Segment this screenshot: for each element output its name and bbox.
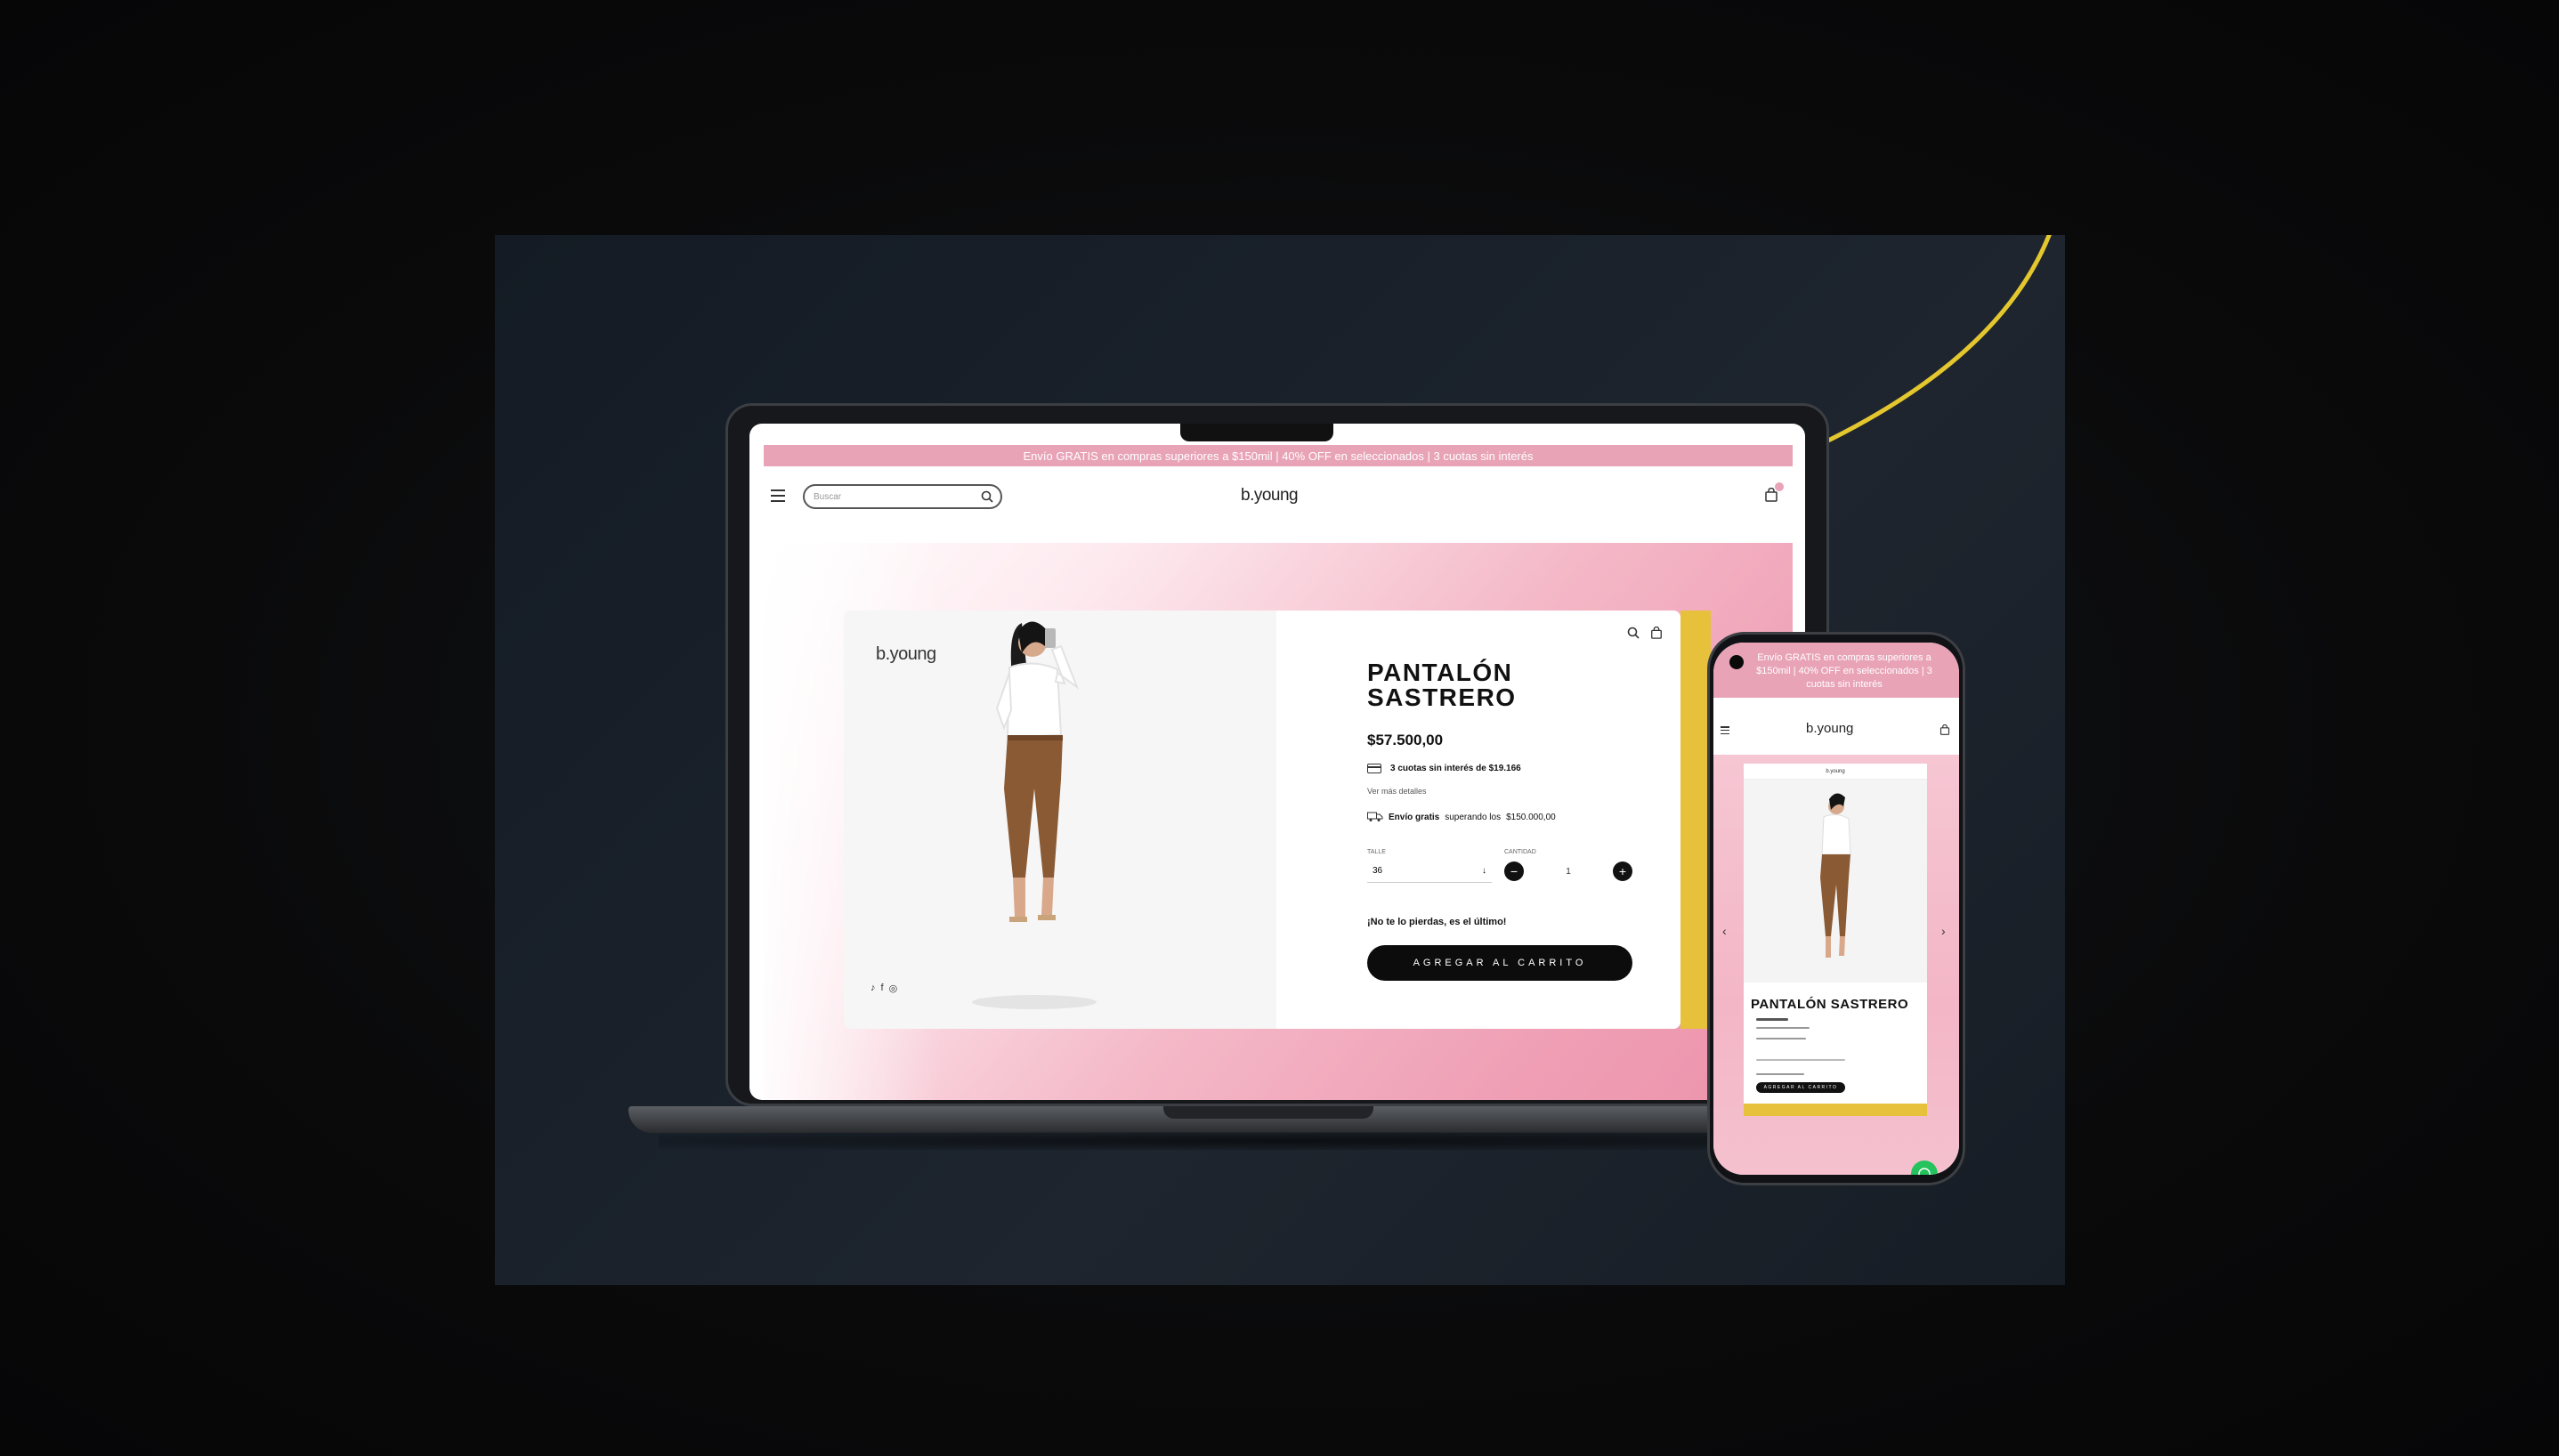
installments-info: 3 cuotas sin interés de $19.166 <box>1367 764 1521 773</box>
bag-icon[interactable] <box>1939 724 1950 735</box>
product-model-image <box>972 621 1097 1009</box>
mobile-info-line-2 <box>1756 1038 1806 1039</box>
mobile-info-line <box>1756 1027 1810 1029</box>
card-icon <box>1367 764 1381 773</box>
mobile-info-line-4 <box>1756 1073 1804 1075</box>
phone-screen: Envío GRATIS en compras superiores a $15… <box>1713 643 1959 1175</box>
product-price: $57.500,00 <box>1367 732 1444 748</box>
last-item-notice: ¡No te lo pierdas, es el último! <box>1367 917 1507 927</box>
chevron-right-icon[interactable]: › <box>1941 924 1946 938</box>
promo-banner: Envío GRATIS en compras superiores a $15… <box>764 445 1793 466</box>
search-placeholder: Buscar <box>814 491 842 502</box>
facebook-icon[interactable]: f <box>881 983 884 994</box>
site-header: Buscar b.young <box>764 477 1793 518</box>
bag-icon[interactable] <box>1650 627 1663 639</box>
truck-icon <box>1367 812 1383 821</box>
add-to-cart-button[interactable]: AGREGAR AL CARRITO <box>1367 945 1632 981</box>
mobile-product-title: PANTALÓN SASTRERO <box>1751 997 1909 1012</box>
cart-button[interactable] <box>1764 482 1784 506</box>
mobile-brand-logo[interactable]: b.young <box>1806 721 1853 736</box>
laptop-notch <box>1180 424 1333 441</box>
product-info: PANTALÓN SASTRERO $57.500,00 3 cuotas si… <box>1276 611 1680 1029</box>
phone-camera <box>1729 655 1744 669</box>
plus-button[interactable]: + <box>1613 861 1632 881</box>
quantity-label: CANTIDAD <box>1504 849 1536 855</box>
mobile-product-area: b.young PANTALÓN SASTRERO AGREGAR AL CAR… <box>1713 755 1959 1175</box>
whatsapp-button[interactable] <box>1911 1161 1938 1175</box>
product-title: PANTALÓN SASTRERO <box>1367 659 1517 711</box>
mobile-price-line <box>1756 1018 1788 1021</box>
installments-text: 3 cuotas sin interés de $19.166 <box>1390 764 1521 773</box>
mobile-model-image <box>1820 793 1851 958</box>
mobile-product-card: b.young PANTALÓN SASTRERO AGREGAR AL CAR… <box>1744 764 1927 1112</box>
brand-logo[interactable]: b.young <box>1241 486 1299 506</box>
product-hero: b.young ♪ f ◎ PANTALÓN SASTRERO $57.500,… <box>764 543 1793 1100</box>
mobile-card-brand: b.young <box>1744 764 1927 780</box>
menu-icon[interactable] <box>771 489 785 502</box>
mobile-promo-banner: Envío GRATIS en compras superiores a $15… <box>1713 643 1959 698</box>
mobile-yellow-bar <box>1744 1104 1927 1116</box>
cart-badge <box>1775 482 1784 491</box>
shipping-bold: Envío gratis <box>1389 812 1440 822</box>
tiktok-icon[interactable]: ♪ <box>871 983 876 994</box>
product-image-area: b.young ♪ f ◎ <box>844 611 1276 1029</box>
social-links: ♪ f ◎ <box>871 983 897 994</box>
menu-icon[interactable] <box>1721 726 1729 734</box>
mobile-add-to-cart-button[interactable]: AGREGAR AL CARRITO <box>1756 1082 1845 1093</box>
details-link[interactable]: Ver más detalles <box>1367 787 1427 796</box>
quantity-value: 1 <box>1566 866 1571 877</box>
minus-button[interactable]: − <box>1504 861 1524 881</box>
whatsapp-icon <box>1918 1168 1931 1175</box>
mobile-header: b.young <box>1713 714 1959 749</box>
search-icon[interactable] <box>1627 627 1640 639</box>
laptop-screen: Envío GRATIS en compras superiores a $15… <box>749 424 1805 1100</box>
card-actions <box>1627 627 1663 639</box>
search-input[interactable]: Buscar <box>803 484 1002 509</box>
size-value: 36 <box>1373 866 1383 876</box>
mobile-product-image <box>1744 780 1927 983</box>
instagram-icon[interactable]: ◎ <box>889 983 898 994</box>
size-label: TALLE <box>1367 849 1386 855</box>
chevron-down-icon: ↓ <box>1482 866 1486 876</box>
product-card: b.young ♪ f ◎ PANTALÓN SASTRERO $57.500,… <box>844 611 1680 1029</box>
mockup-stage: Envío GRATIS en compras superiores a $15… <box>0 0 2559 1456</box>
search-icon[interactable] <box>981 490 993 503</box>
shipping-info: Envío gratis superando los $150.000,00 <box>1367 812 1556 822</box>
chevron-left-icon[interactable]: ‹ <box>1722 924 1727 938</box>
laptop-base-lip <box>1163 1106 1373 1119</box>
shipping-amount: $150.000,00 <box>1506 812 1556 822</box>
shipping-text: superando los <box>1445 812 1502 822</box>
yellow-accent-bar <box>1680 611 1711 1029</box>
quantity-stepper[interactable]: − 1 + <box>1504 861 1632 881</box>
size-select[interactable]: 36 ↓ <box>1367 860 1492 883</box>
mobile-info-line-3 <box>1756 1059 1845 1061</box>
